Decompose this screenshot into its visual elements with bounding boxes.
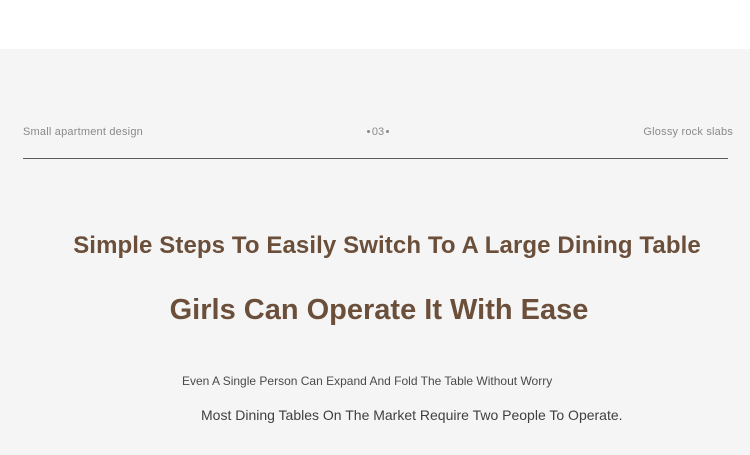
header-divider: [23, 158, 728, 159]
header-right-label: Glossy rock slabs: [643, 126, 733, 138]
product-detail-page: Small apartment design 03 Glossy rock sl…: [0, 0, 750, 455]
subtext-two-people: Most Dining Tables On The Market Require…: [201, 407, 623, 423]
headline-secondary: Girls Can Operate It With Ease: [169, 294, 589, 326]
subtext-single-person: Even A Single Person Can Expand And Fold…: [182, 374, 553, 388]
headline-primary: Simple Steps To Easily Switch To A Large…: [73, 232, 701, 259]
page-number: 03: [371, 126, 385, 138]
dot-icon: [386, 129, 390, 133]
section-header: Small apartment design 03 Glossy rock sl…: [23, 126, 733, 144]
header-left-label: Small apartment design: [23, 126, 143, 138]
top-white-band: [0, 0, 750, 49]
page-indicator: 03: [363, 126, 393, 138]
dot-icon: [366, 129, 370, 133]
